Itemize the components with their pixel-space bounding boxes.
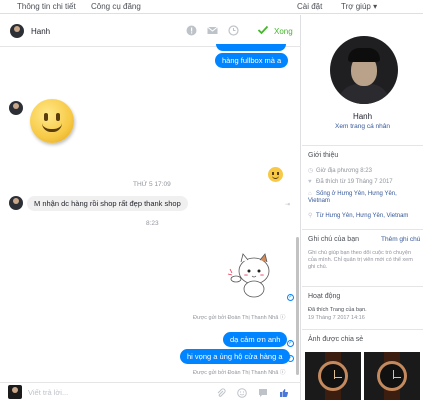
shared-photo-thumbnail[interactable] [305, 352, 361, 400]
activity-date: 19 Tháng 7 2017 14:16 [308, 315, 365, 321]
intro-section [302, 145, 423, 146]
activity-section [302, 286, 423, 287]
saved-reply-icon[interactable] [258, 388, 268, 398]
cat-sticker-icon [227, 253, 270, 298]
message-bubble-partial [216, 44, 286, 51]
tab-detail[interactable]: Thông tin chi tiết [17, 2, 76, 11]
lives-in-row: ⌂ Sống ở Hưng Yên, Hưng Yên, Vietnam [308, 191, 397, 204]
local-time-row: ◷ Giờ địa phương 8:23 [308, 168, 372, 174]
home-icon: ⌂ [308, 191, 312, 197]
timestamp-divider: 8:23 [146, 220, 159, 227]
from-row: ⚲ Từ Hưng Yên, Hưng Yên, Vietnam [308, 213, 409, 219]
activity-title: Hoạt động [308, 293, 341, 300]
message-bubble-outgoing[interactable]: hi vọng a ủng hộ cửa hàng a [180, 349, 290, 364]
activity-text: Đã thích Trang của bạn. [308, 307, 367, 313]
contact-info-sidebar: Hanh Xem trang cá nhân Giới thiệu ◷ Giờ đ… [302, 15, 423, 400]
like-icon[interactable] [279, 388, 289, 398]
contact-avatar[interactable] [10, 24, 24, 38]
tab-publishing-tools[interactable]: Công cụ đăng [91, 2, 141, 11]
message-actions-icon[interactable]: ⇥ [285, 201, 290, 208]
smiley-emoji-icon [30, 99, 74, 143]
timestamp-divider: THỨ 5 17:09 [133, 181, 171, 188]
message-bubble-outgoing[interactable]: hàng fullbox mà a [215, 53, 289, 68]
shared-photos-title: Ảnh được chia sẻ [308, 336, 364, 343]
message-bubble-incoming[interactable]: M nhận dc hàng rồi shop rất đẹp thank sh… [27, 196, 188, 211]
attachment-icon[interactable] [216, 388, 226, 398]
intro-title: Giới thiệu [308, 152, 339, 159]
location-pin-icon: ⚲ [308, 213, 313, 219]
settings-link[interactable]: Cài đặt [297, 2, 322, 11]
smiley-emoji-small-icon [268, 167, 283, 182]
notes-title: Ghi chú của bạn [308, 236, 359, 243]
sent-by-label: Được gửi bởi Đoàn Thị Thanh Nhã ⓘ [193, 315, 286, 321]
message-bubble-outgoing[interactable]: dạ cảm ơn anh [223, 332, 288, 347]
seen-check-icon: ✓ [287, 340, 294, 347]
page-avatar [8, 385, 22, 399]
shared-photo-thumbnail[interactable] [364, 352, 420, 400]
conversation-panel: Hanh Xong hàng fullbox mà a THỨ 5 17:09 … [0, 15, 301, 400]
emoji-icon[interactable] [237, 388, 247, 398]
notes-section [302, 229, 423, 230]
shared-photos-section [302, 329, 423, 330]
conversation-scrollbar[interactable] [296, 237, 299, 375]
contact-avatar [9, 196, 23, 210]
contact-avatar [9, 101, 23, 115]
help-menu[interactable]: Trợ giúp ▾ [341, 2, 377, 11]
liked-since-row: ♥ Đã thích từ 19 Tháng 7 2017 [308, 179, 393, 185]
notes-description: Ghi chú giúp bạn theo dõi cuộc trò chuyệ… [308, 250, 413, 270]
profile-name: Hanh [352, 112, 373, 121]
check-icon [257, 24, 269, 39]
clock-icon[interactable] [228, 25, 239, 36]
view-profile-link[interactable]: Xem trang cá nhân [302, 123, 423, 130]
add-note-link[interactable]: Thêm ghi chú [381, 236, 420, 243]
sent-by-label: Được gửi bởi Đoàn Thị Thanh Nhã ⓘ [193, 370, 286, 376]
clock-icon: ◷ [308, 168, 314, 174]
seen-check-icon: ✓ [287, 294, 294, 301]
message-composer: Viết trả lời... [0, 382, 301, 400]
done-label: Xong [274, 27, 293, 36]
info-icon[interactable] [186, 25, 197, 36]
top-navigation: Thông tin chi tiết Công cụ đăng Cài đặt … [0, 0, 423, 14]
profile-photo[interactable] [330, 36, 398, 104]
seen-check-icon: ✓ [287, 355, 294, 362]
mail-icon[interactable] [207, 25, 218, 36]
contact-name[interactable]: Hanh [31, 27, 50, 36]
thumbs-up-icon: ♥ [308, 179, 312, 185]
conversation-header: Hanh Xong [0, 15, 301, 47]
reply-input[interactable]: Viết trả lời... [28, 388, 68, 397]
